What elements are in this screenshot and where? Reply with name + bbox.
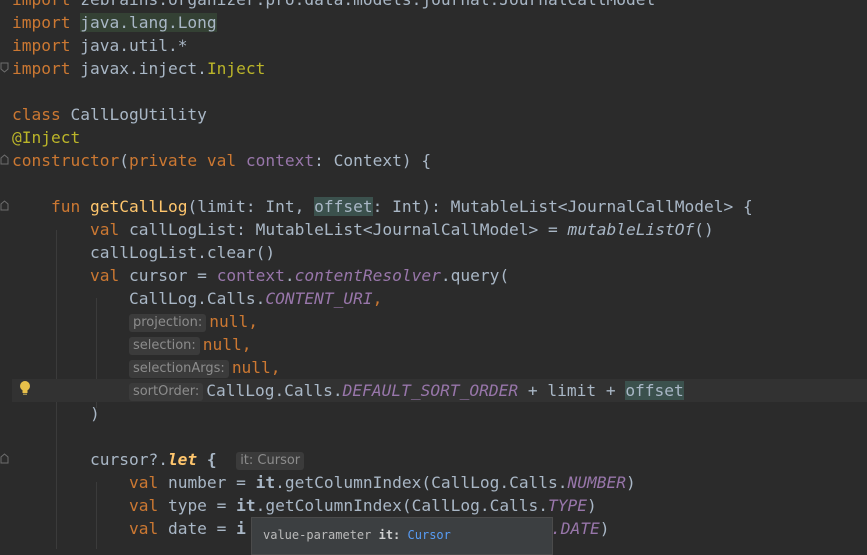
constant: .DATE bbox=[551, 519, 600, 538]
it-keyword: it bbox=[255, 473, 276, 492]
keyword: val bbox=[128, 519, 159, 538]
fold-marker-icon[interactable] bbox=[0, 154, 10, 165]
tooltip-type-link[interactable]: Cursor bbox=[408, 528, 451, 542]
code-line[interactable]: import zebrains.organizer.pro.data.model… bbox=[12, 0, 867, 11]
constant: TYPE bbox=[548, 496, 588, 515]
keyword: val bbox=[89, 220, 120, 239]
code-line[interactable]: val number = it.getColumnIndex(CallLog.C… bbox=[12, 471, 867, 494]
parameter-hint: projection: bbox=[128, 314, 207, 332]
quick-doc-tooltip: value-parameter it: Cursor bbox=[251, 517, 553, 555]
code-line[interactable]: val type = it.getColumnIndex(CallLog.Cal… bbox=[12, 494, 867, 517]
function-call: mutableListOf bbox=[567, 220, 695, 239]
keyword: class bbox=[12, 105, 61, 124]
fold-marker-icon[interactable] bbox=[0, 62, 10, 73]
property: context bbox=[245, 151, 315, 170]
code-line[interactable]: import javax.inject.Inject bbox=[12, 57, 867, 80]
parameter-offset: offset bbox=[314, 197, 373, 216]
lambda-hint: it: Cursor bbox=[236, 452, 305, 470]
code-line[interactable]: constructor(private val context: Context… bbox=[12, 149, 867, 172]
editor-gutter bbox=[0, 0, 12, 549]
code-line[interactable]: selection: null, bbox=[12, 333, 867, 356]
property: contentResolver bbox=[294, 266, 441, 285]
constant: NUMBER bbox=[567, 473, 627, 492]
property: context bbox=[216, 266, 285, 285]
constant: DEFAULT_SORT_ORDER bbox=[342, 381, 519, 400]
keyword: import bbox=[12, 36, 71, 55]
fold-marker-icon[interactable] bbox=[0, 453, 10, 464]
code-line[interactable]: @Inject bbox=[12, 126, 867, 149]
code-line[interactable]: CallLog.Calls.CONTENT_URI, bbox=[12, 287, 867, 310]
code-editor[interactable]: import zebrains.organizer.pro.data.model… bbox=[12, 0, 867, 549]
import-path: java.util.* bbox=[80, 36, 188, 55]
function-call: let bbox=[167, 450, 198, 469]
code-line[interactable]: projection: null, bbox=[12, 310, 867, 333]
keyword: val bbox=[128, 473, 159, 492]
it-keyword: it bbox=[236, 496, 256, 515]
class-name: CallLogUtility bbox=[70, 105, 207, 124]
code-line-current[interactable]: sortOrder: CallLog.Calls.DEFAULT_SORT_ORD… bbox=[12, 379, 867, 402]
keyword: private val bbox=[128, 151, 237, 170]
keyword: fun bbox=[50, 197, 81, 216]
lightbulb-icon[interactable] bbox=[19, 380, 31, 396]
code-line[interactable]: val callLogList: MutableList<JournalCall… bbox=[12, 218, 867, 241]
parameter-offset: offset bbox=[625, 381, 684, 400]
parameter-hint: selectionArgs: bbox=[128, 360, 229, 378]
import-path: java.lang.Long bbox=[80, 13, 217, 32]
constant: CONTENT_URI bbox=[265, 289, 373, 308]
annotation: @Inject bbox=[12, 128, 81, 147]
code-line[interactable]: val cursor = context.contentResolver.que… bbox=[12, 264, 867, 287]
code-line[interactable]: cursor?.let { it: Cursor bbox=[12, 448, 867, 471]
keyword: val bbox=[128, 496, 159, 515]
code-line[interactable]: import java.util.* bbox=[12, 34, 867, 57]
keyword: constructor bbox=[12, 151, 120, 170]
fold-marker-icon[interactable] bbox=[0, 200, 10, 211]
keyword: import bbox=[12, 0, 70, 9]
code-line[interactable]: ) bbox=[12, 402, 867, 425]
code-line[interactable]: fun getCallLog(limit: Int, offset: Int):… bbox=[12, 195, 867, 218]
keyword: import bbox=[12, 13, 71, 32]
parameter-hint: selection: bbox=[128, 337, 200, 355]
keyword: import bbox=[12, 59, 71, 78]
import-path: zebrains.organizer.pro.data.models.journ… bbox=[80, 0, 655, 9]
keyword: val bbox=[89, 266, 120, 285]
parameter-hint: sortOrder: bbox=[128, 383, 204, 401]
code-line[interactable]: callLogList.clear() bbox=[12, 241, 867, 264]
function-name: getCallLog bbox=[89, 197, 188, 216]
import-path: javax.inject.Inject bbox=[80, 59, 266, 78]
code-line[interactable]: selectionArgs: null, bbox=[12, 356, 867, 379]
code-line[interactable]: import java.lang.Long bbox=[12, 11, 867, 34]
code-line[interactable]: class CallLogUtility bbox=[12, 103, 867, 126]
